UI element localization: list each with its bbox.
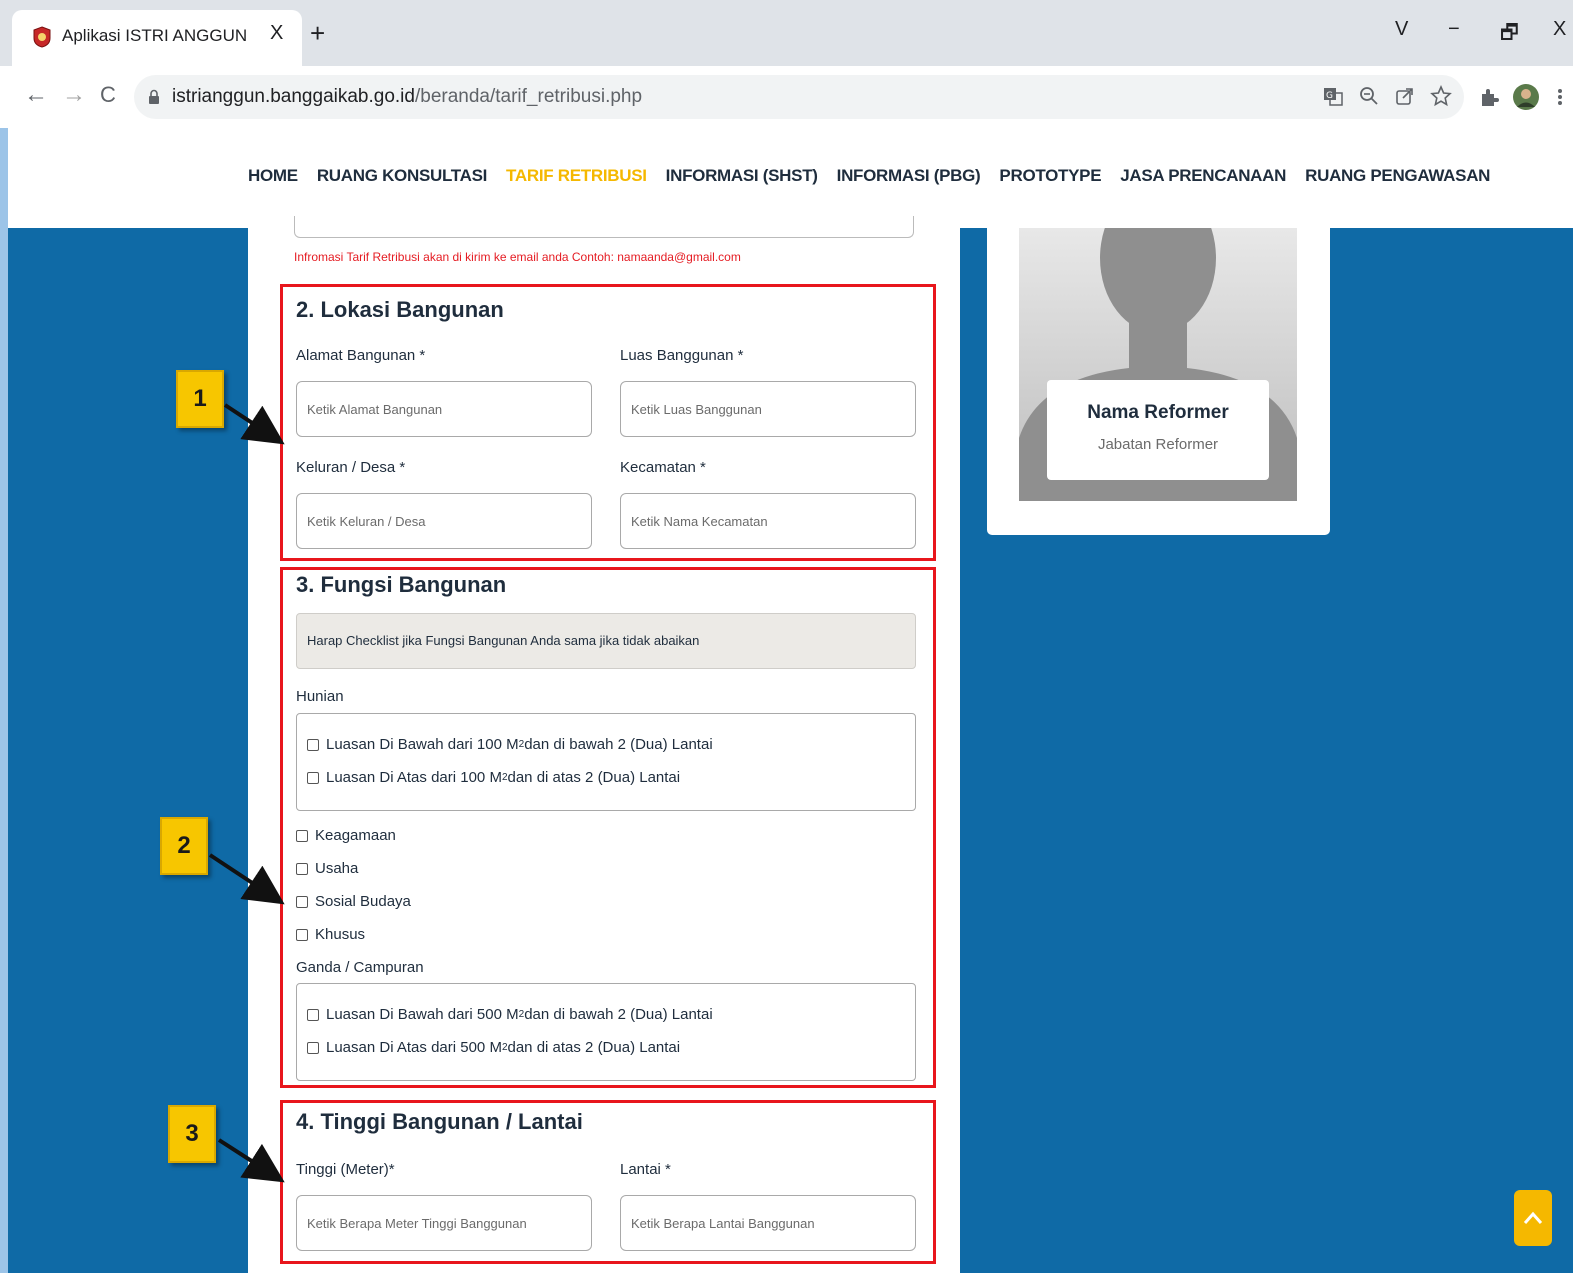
bookmark-star-icon[interactable] — [1430, 85, 1452, 107]
back-button[interactable]: ← — [24, 80, 48, 110]
nav-item-ruang-pengawasan[interactable]: RUANG PENGAWASAN — [1305, 166, 1490, 186]
ganda-option-1[interactable]: Luasan Di Bawah dari 500 M2 dan di bawah… — [307, 1006, 713, 1023]
zoom-icon[interactable] — [1358, 85, 1380, 107]
browser-toolbar: ← → C istrianggun.banggaikab.go.id/beran… — [0, 66, 1573, 128]
tinggi-input[interactable] — [296, 1195, 592, 1251]
section-title: 2. Lokasi Bangunan — [296, 297, 504, 322]
forward-button[interactable]: → — [62, 80, 86, 110]
hunian-option-2[interactable]: Luasan Di Atas dari 100 M2 dan di atas 2… — [307, 769, 680, 786]
luas-label: Luas Banggunan * — [620, 347, 744, 364]
address-bar[interactable]: istrianggun.banggaikab.go.id/beranda/tar… — [134, 75, 1464, 119]
option-text: Luasan Di Bawah dari 100 M — [326, 736, 519, 753]
section-title: 3. Fungsi Bangunan — [296, 572, 507, 597]
nav-item-tarif-retribusi[interactable]: TARIF RETRIBUSI — [506, 166, 647, 186]
option-text: Khusus — [315, 926, 366, 943]
option-sosial-budaya[interactable]: Sosial Budaya — [296, 893, 411, 910]
option-keagamaan[interactable]: Keagamaan — [296, 827, 396, 844]
fungsi-info-box: Harap Checklist jika Fungsi Bangunan And… — [296, 613, 916, 669]
checkbox[interactable] — [296, 928, 308, 941]
kelurahan-label: Keluran / Desa * — [296, 459, 406, 476]
profile-avatar-icon[interactable] — [1512, 83, 1540, 111]
checkbox[interactable] — [307, 738, 319, 751]
fungsi-info-text: Harap Checklist jika Fungsi Bangunan And… — [307, 633, 700, 648]
site-navigation: HOME RUANG KONSULTASI TARIF RETRIBUSI IN… — [8, 128, 1573, 228]
ganda-option-2[interactable]: Luasan Di Atas dari 500 M2 dan di atas 2… — [307, 1039, 680, 1056]
reformer-position: Jabatan Reformer — [1097, 436, 1219, 453]
email-input-edge[interactable] — [294, 216, 914, 238]
checkbox[interactable] — [307, 771, 319, 784]
lantai-input[interactable] — [620, 1195, 916, 1251]
site-logo-icon — [33, 26, 51, 48]
nav-item-informasi-pbg[interactable]: INFORMASI (PBG) — [837, 166, 981, 186]
share-icon[interactable] — [1394, 85, 1416, 107]
alamat-input[interactable] — [296, 381, 592, 437]
option-text: Keagamaan — [315, 827, 396, 844]
alamat-label: Alamat Bangunan * — [296, 347, 426, 364]
ganda-label: Ganda / Campuran — [296, 959, 424, 976]
svg-text:G: G — [1326, 91, 1333, 101]
option-usaha[interactable]: Usaha — [296, 860, 358, 877]
option-text: dan di atas 2 (Dua) Lantai — [507, 769, 681, 786]
reload-button[interactable]: C — [100, 80, 116, 110]
tab-title: Aplikasi ISTRI ANGGUN — [62, 26, 248, 45]
checkbox[interactable] — [307, 1008, 319, 1021]
option-text: Luasan Di Bawah dari 500 M — [326, 1006, 519, 1023]
minimize-button[interactable]: − — [1448, 18, 1460, 41]
hunian-option-1[interactable]: Luasan Di Bawah dari 100 M2 dan di bawah… — [307, 736, 713, 753]
retribusi-form: Infromasi Tarif Retribusi akan di kirim … — [248, 216, 960, 1273]
nav-item-informasi-shst[interactable]: INFORMASI (SHST) — [666, 166, 818, 186]
tab-close-icon[interactable]: X — [270, 22, 283, 45]
annotation-badge-1: 1 — [176, 370, 224, 428]
option-text: dan di atas 2 (Dua) Lantai — [507, 1039, 681, 1056]
close-window-button[interactable]: X — [1553, 18, 1566, 41]
nav-item-ruang-konsultasi[interactable]: RUANG KONSULTASI — [317, 166, 488, 186]
profile-name-card: Nama Reformer Jabatan Reformer — [1047, 380, 1269, 480]
translate-icon[interactable]: G — [1322, 85, 1344, 107]
nav-item-prototype[interactable]: PROTOTYPE — [999, 166, 1101, 186]
kelurahan-input[interactable] — [296, 493, 592, 549]
checkbox[interactable] — [307, 1041, 319, 1054]
email-hint: Infromasi Tarif Retribusi akan di kirim … — [294, 250, 741, 264]
scroll-to-top-button[interactable] — [1514, 1190, 1552, 1246]
browser-tab[interactable]: Aplikasi ISTRI ANGGUN X — [12, 10, 302, 66]
checkbox[interactable] — [296, 829, 308, 842]
new-tab-button[interactable]: + — [310, 20, 325, 46]
extensions-puzzle-icon[interactable] — [1478, 86, 1500, 108]
hunian-label: Hunian — [296, 688, 344, 705]
tab-search-icon[interactable]: V — [1395, 18, 1408, 41]
ganda-options-group: Luasan Di Bawah dari 500 M2 dan di bawah… — [296, 983, 916, 1081]
annotation-badge-2: 2 — [160, 817, 208, 875]
option-text: dan di bawah 2 (Dua) Lantai — [524, 1006, 713, 1023]
reformer-profile-card: Nama Reformer Jabatan Reformer — [987, 228, 1330, 535]
option-khusus[interactable]: Khusus — [296, 926, 365, 943]
luas-input[interactable] — [620, 381, 916, 437]
restore-button[interactable]: 🗗 — [1500, 18, 1519, 52]
reformer-name: Nama Reformer — [1087, 402, 1229, 423]
option-text: Luasan Di Atas dari 100 M — [326, 769, 502, 786]
nav-item-home[interactable]: HOME — [248, 166, 298, 186]
page-content: HOME RUANG KONSULTASI TARIF RETRIBUSI IN… — [8, 128, 1573, 1273]
annotation-badge-3: 3 — [168, 1105, 216, 1163]
nav-item-jasa-prencanaan[interactable]: JASA PRENCANAAN — [1120, 166, 1286, 186]
browser-tab-bar: Aplikasi ISTRI ANGGUN X + V − 🗗 X — [0, 0, 1573, 66]
checkbox[interactable] — [296, 895, 308, 908]
option-text: Sosial Budaya — [315, 893, 411, 910]
option-text: Usaha — [315, 860, 359, 877]
url-text[interactable]: istrianggun.banggaikab.go.id/beranda/tar… — [172, 86, 642, 108]
kecamatan-input[interactable] — [620, 493, 916, 549]
section-lokasi-bangunan: 2. Lokasi Bangunan Alamat Bangunan * Lua… — [280, 284, 936, 561]
kecamatan-label: Kecamatan * — [620, 459, 706, 476]
lantai-label: Lantai * — [620, 1161, 671, 1178]
option-text: Luasan Di Atas dari 500 M — [326, 1039, 502, 1056]
tinggi-label: Tinggi (Meter)* — [296, 1161, 395, 1178]
checkbox[interactable] — [296, 862, 308, 875]
browser-menu-icon[interactable] — [1556, 86, 1564, 108]
chevron-up-icon — [1523, 1211, 1543, 1224]
option-text: dan di bawah 2 (Dua) Lantai — [524, 736, 713, 753]
hunian-options-group: Luasan Di Bawah dari 100 M2 dan di bawah… — [296, 713, 916, 811]
section-title: 4. Tinggi Bangunan / Lantai — [296, 1109, 583, 1134]
lock-icon[interactable] — [148, 89, 160, 105]
section-tinggi-bangunan: 4. Tinggi Bangunan / Lantai Tinggi (Mete… — [280, 1100, 936, 1264]
section-fungsi-bangunan: 3. Fungsi Bangunan Harap Checklist jika … — [280, 567, 936, 1088]
